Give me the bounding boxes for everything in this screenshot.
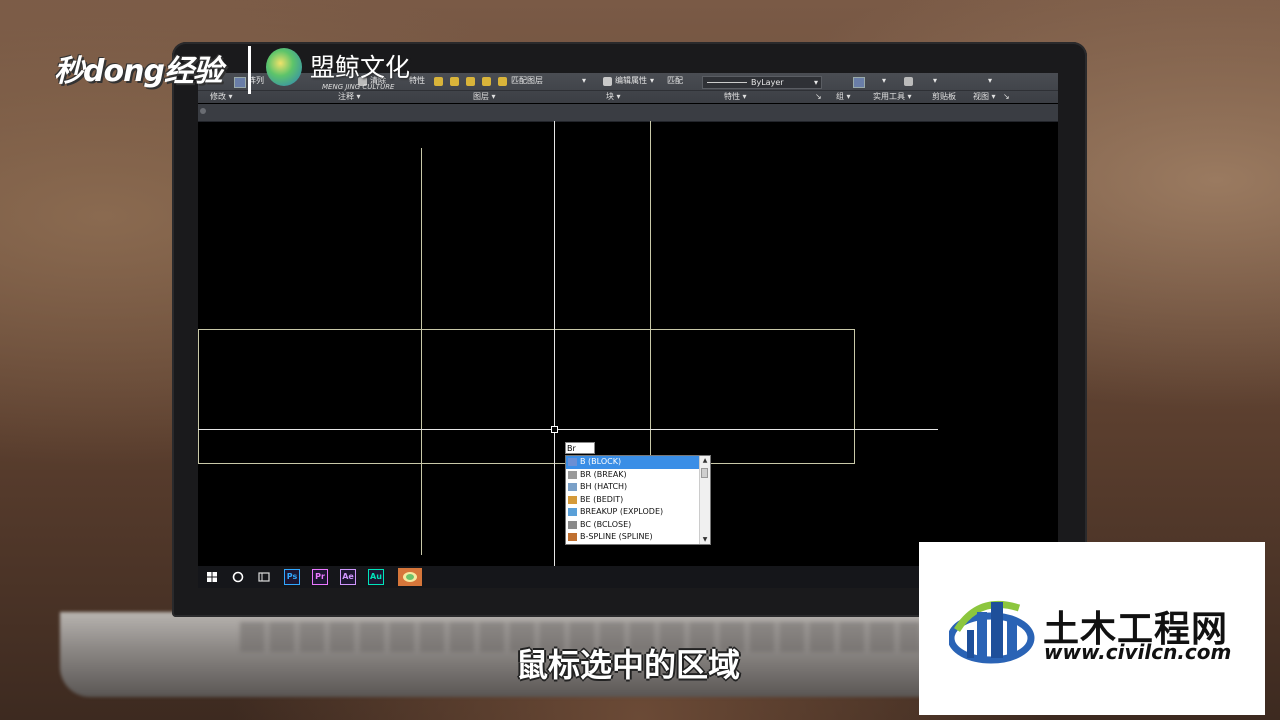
line-sample (707, 82, 747, 83)
layer-freeze-icon[interactable] (482, 77, 491, 86)
panel-properties-expand-icon[interactable]: ↘ (815, 91, 822, 103)
array-icon[interactable] (234, 77, 246, 88)
autocomplete-item-label: BREAKUP (EXPLODE) (580, 507, 664, 516)
autocomplete-item[interactable]: B (BLOCK) (566, 456, 699, 469)
panel-block[interactable]: 块 ▾ (606, 91, 621, 103)
spline-icon (568, 533, 577, 541)
layer-off-icon[interactable] (450, 77, 459, 86)
explode-icon (568, 508, 577, 516)
civilcn-emblem-icon (949, 601, 1035, 664)
dropdown-arrow-icon[interactable]: ▾ (933, 75, 937, 87)
windows-start-icon[interactable] (204, 569, 220, 585)
autocomplete-item-label: BH (HATCH) (580, 482, 628, 491)
ribbon-panel-labels: 修改 ▾ 注释 ▾ 图层 ▾ 块 ▾ 特性 ▾ ↘ 组 ▾ 实用工具 ▾ 剪贴板… (198, 90, 1058, 103)
layer-state-icon[interactable] (434, 77, 443, 86)
edit-attributes-button[interactable]: 编辑属性 (615, 75, 647, 87)
layer-properties-button[interactable]: 特性 (409, 75, 425, 87)
scroll-up-icon[interactable]: ▲ (700, 456, 710, 465)
panel-utilities[interactable]: 实用工具 ▾ (873, 91, 912, 103)
cortana-search-icon[interactable] (230, 569, 246, 585)
autocomplete-item[interactable]: BE (BEDIT) (566, 494, 710, 507)
match-layer-button[interactable]: 匹配图层 (511, 75, 543, 87)
layer-lock-icon[interactable] (498, 77, 507, 86)
dropdown-arrow-icon[interactable]: ▾ (650, 75, 654, 87)
bclose-icon (568, 520, 577, 529)
linetype-select[interactable]: ByLayer ▾ (702, 76, 822, 89)
edit-attributes-icon[interactable] (603, 77, 612, 86)
rectangle-outline (198, 329, 855, 464)
audition-icon[interactable]: Au (368, 569, 384, 585)
file-tab-bar (198, 104, 1058, 122)
after-effects-icon[interactable]: Ae (340, 569, 356, 585)
civilcn-url: www.civilcn.com (1044, 640, 1232, 664)
premiere-icon[interactable]: Pr (312, 569, 328, 585)
photoshop-label: Ps (286, 572, 298, 581)
command-autocomplete-list: B (BLOCK) BR (BREAK) BH (HATCH) BE (BEDIT) B… (565, 455, 711, 545)
whale-logo-icon (266, 48, 302, 86)
panel-properties[interactable]: 特性 ▾ (724, 91, 747, 103)
autocomplete-item[interactable]: BH (HATCH) (566, 481, 710, 494)
dropdown-arrow-icon[interactable]: ▾ (882, 75, 886, 87)
audition-label: Au (370, 572, 382, 581)
bedit-icon (568, 495, 577, 504)
panel-layers[interactable]: 图层 ▾ (473, 91, 496, 103)
autocomplete-item[interactable]: BC (BCLOSE) (566, 519, 710, 532)
crosshair-pickbox (551, 426, 558, 433)
block-icon (568, 458, 577, 466)
panel-modify[interactable]: 修改 ▾ (210, 91, 233, 103)
dropdown-arrow-icon[interactable]: ▾ (582, 75, 586, 87)
dropdown-arrow-icon[interactable]: ▾ (988, 75, 992, 87)
match-properties-button[interactable]: 匹配 (667, 75, 683, 87)
layer-isolate-icon[interactable] (466, 77, 475, 86)
autocomplete-item[interactable]: B-SPLINE (SPLINE) (566, 531, 710, 544)
calculator-icon[interactable] (904, 77, 913, 86)
autocad-icon[interactable] (398, 568, 422, 586)
panel-clipboard[interactable]: 剪贴板 (932, 91, 956, 103)
task-view-icon[interactable] (256, 569, 272, 585)
civilcn-watermark: 土木工程网 www.civilcn.com (919, 542, 1265, 715)
chevron-down-icon: ▾ (813, 78, 818, 87)
autocomplete-item-label: BR (BREAK) (580, 469, 627, 479)
group-icon[interactable] (853, 77, 865, 88)
autocomplete-item-label: BE (BEDIT) (580, 494, 624, 504)
miaodong-logo: 秒dong经验 (54, 54, 223, 89)
hatch-icon (568, 483, 577, 491)
panel-annotate[interactable]: 注释 ▾ (338, 91, 361, 103)
scroll-down-icon[interactable]: ▼ (700, 535, 710, 544)
after-effects-label: Ae (342, 572, 354, 581)
autocomplete-item[interactable]: BREAKUP (EXPLODE) (566, 506, 710, 519)
autocomplete-item-label: B-SPLINE (SPLINE) (580, 532, 653, 541)
break-icon (568, 470, 577, 479)
scrollbar-thumb[interactable] (701, 468, 708, 478)
video-subtitle: 鼠标选中的区域 (516, 646, 741, 684)
watermark-divider (248, 46, 251, 94)
panel-view-expand-icon[interactable]: ↘ (1003, 91, 1010, 103)
panel-view[interactable]: 视图 ▾ (973, 91, 996, 103)
premiere-label: Pr (315, 572, 325, 581)
autocomplete-item-label: BC (BCLOSE) (580, 519, 632, 529)
panel-group[interactable]: 组 ▾ (836, 91, 851, 103)
mengjing-brand-sub: MENG JING CULTURE (322, 83, 395, 91)
autocomplete-scrollbar[interactable]: ▲ ▼ (699, 456, 710, 544)
autocomplete-item-label: B (BLOCK) (580, 457, 622, 466)
app-menu-icon[interactable] (200, 108, 206, 114)
autocad-screen: 阵列 清除 特性 匹配图层 ▾ 编辑属性 ▾ 匹配 ByLayer ▾ ▾ ▾ (198, 73, 1058, 588)
photoshop-icon[interactable]: Ps (284, 569, 300, 585)
linetype-value: ByLayer (751, 78, 784, 87)
dynamic-command-input[interactable]: Br (565, 442, 595, 454)
autocomplete-item[interactable]: BR (BREAK) (566, 469, 710, 482)
mengjing-brand: 盟鲸文化 (310, 53, 411, 82)
